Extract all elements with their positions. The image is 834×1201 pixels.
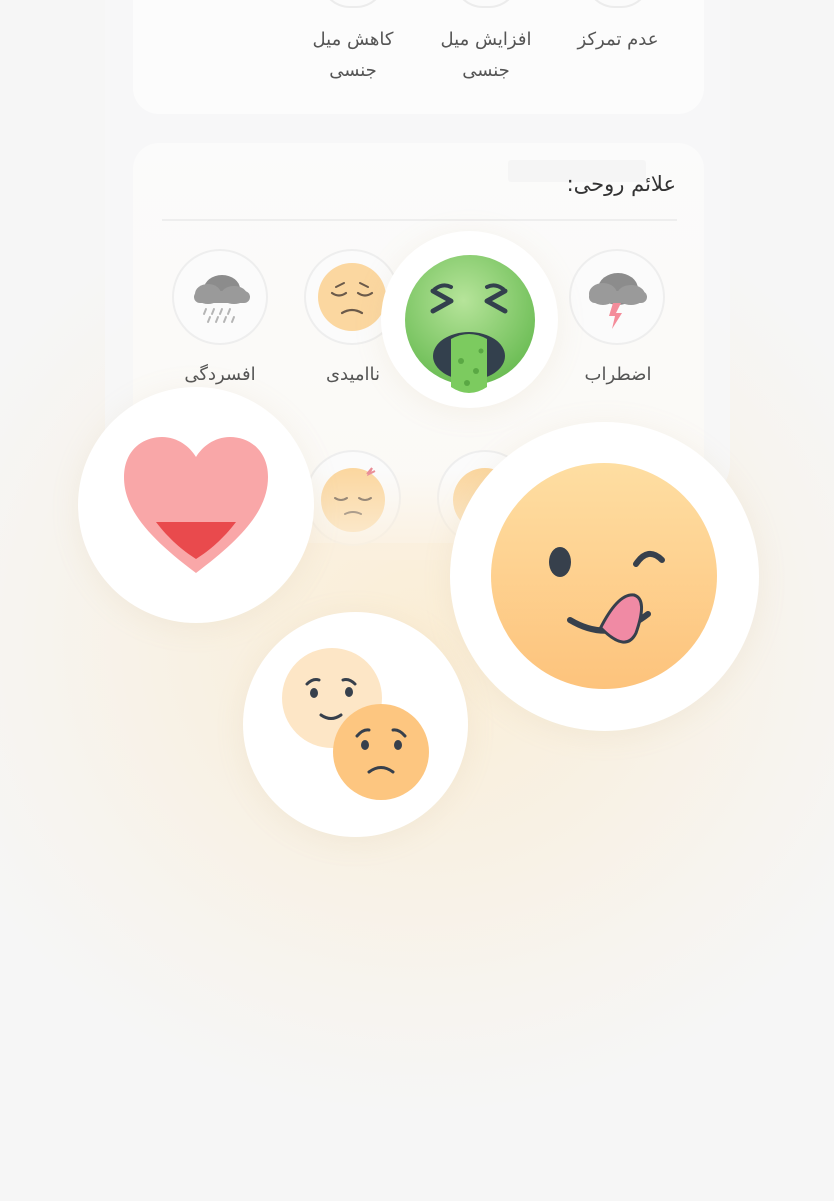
- storm-cloud-icon: [589, 273, 647, 329]
- rain-cloud-icon: [194, 275, 250, 323]
- heart-bubble: [78, 387, 314, 623]
- sexual-symptoms-card: [133, 0, 704, 114]
- symptom-label-no-focus[interactable]: عدم تمرکز: [553, 24, 683, 55]
- divider: [162, 219, 677, 221]
- heart-icon: [124, 437, 268, 573]
- nausea-icon: [405, 255, 535, 393]
- symptom-anxiety-button[interactable]: [569, 249, 665, 345]
- symptom-label-anxiety[interactable]: اضطراب: [553, 359, 683, 390]
- two-faces-icon: [282, 648, 429, 800]
- tongue-face-icon: [491, 463, 717, 689]
- nausea-bubble: [381, 231, 558, 408]
- section-title: علائم روحی:: [566, 172, 676, 196]
- yummy-bubble: [450, 422, 759, 731]
- symptom-depression-button[interactable]: [172, 249, 268, 345]
- worry-bubble: [243, 612, 468, 837]
- symptom-label-libido-down[interactable]: کاهش میل جنسی: [288, 24, 418, 86]
- symptom-label-depression[interactable]: افسردگی: [155, 359, 285, 390]
- symptom-label-libido-up[interactable]: افزایش میل جنسی: [421, 24, 551, 86]
